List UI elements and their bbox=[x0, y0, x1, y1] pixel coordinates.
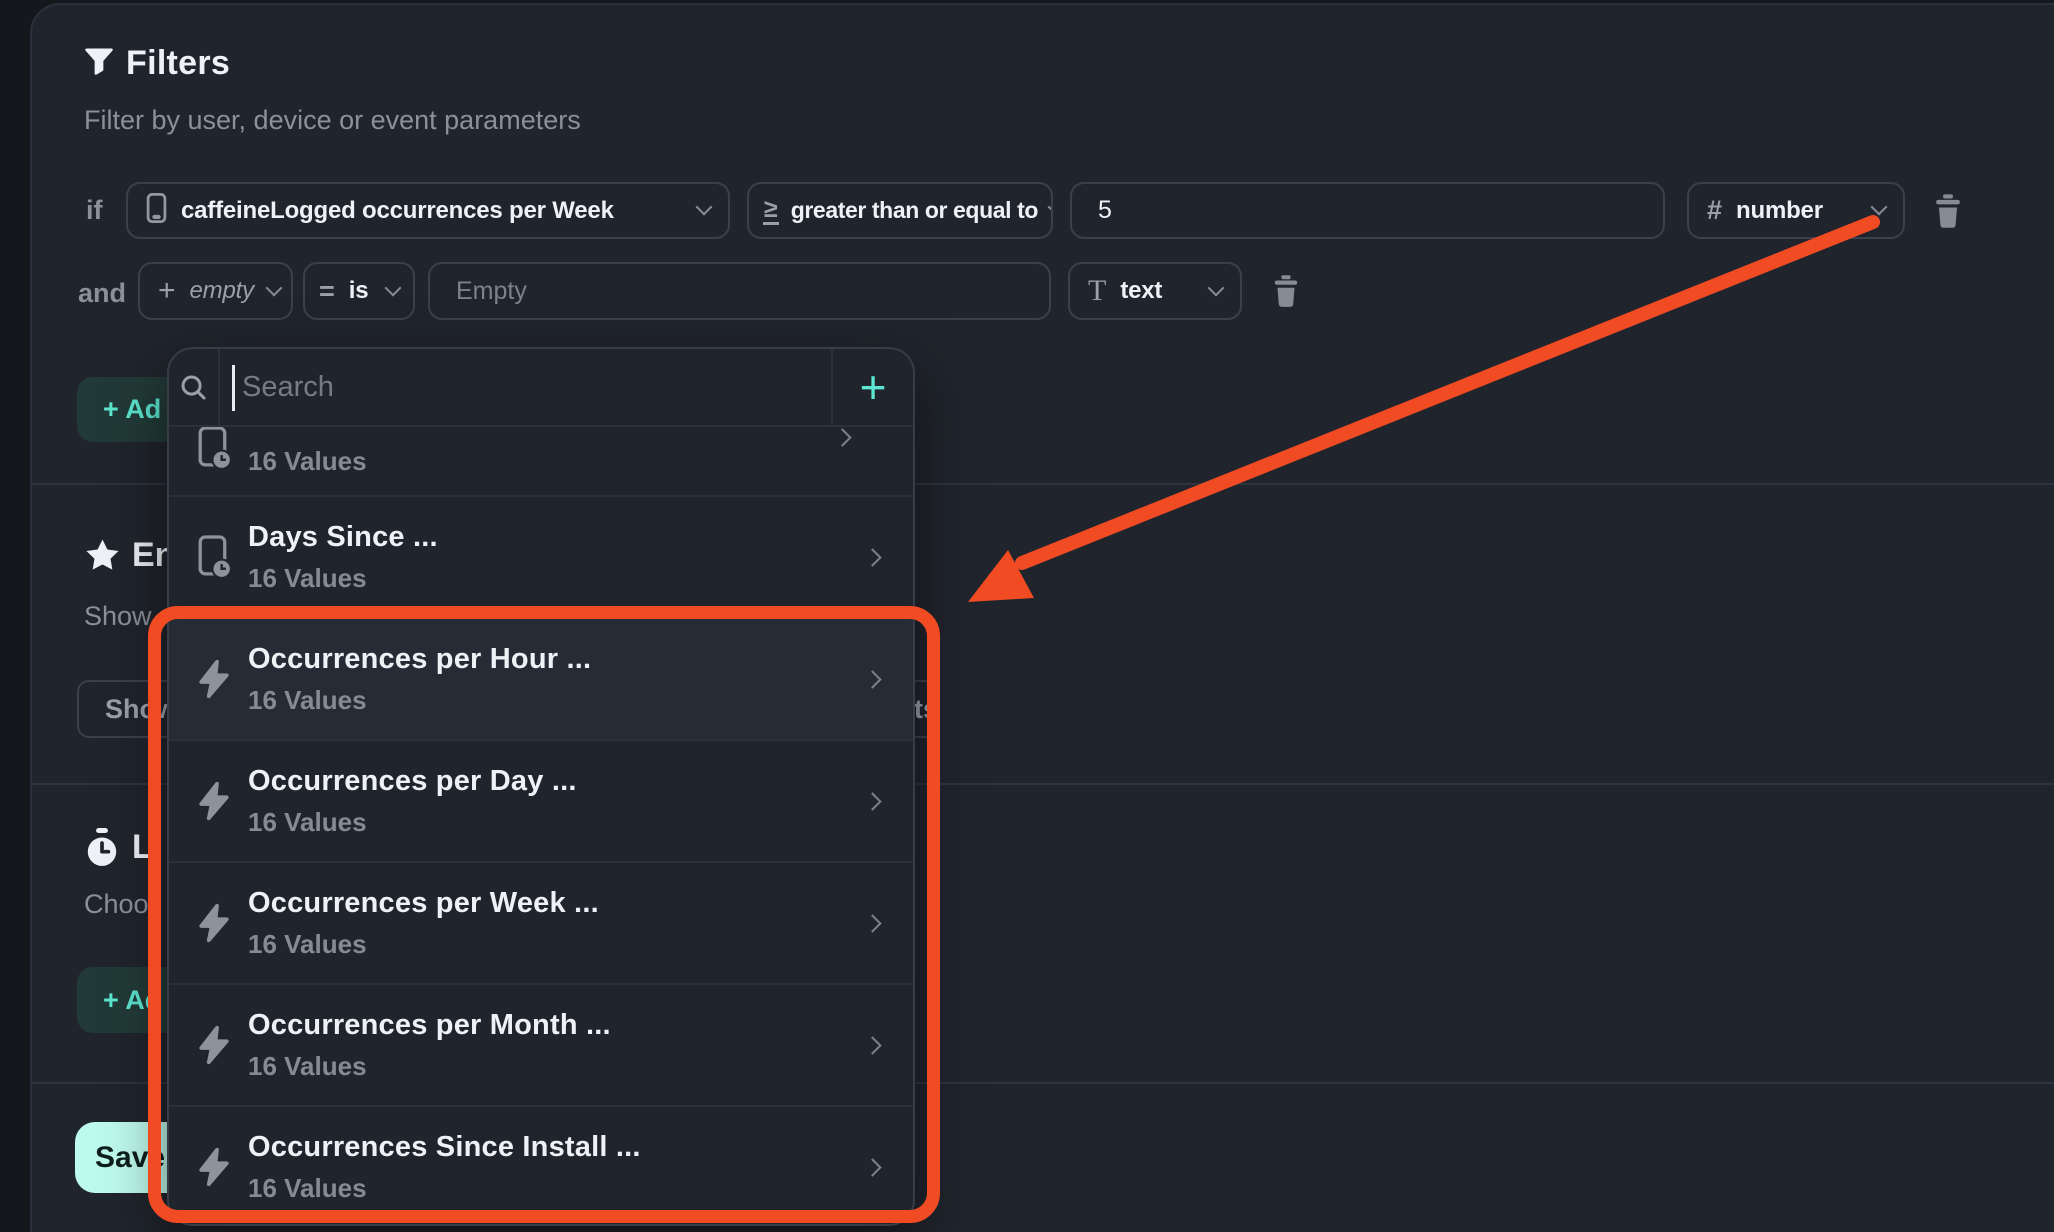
equals-icon: = bbox=[319, 276, 335, 307]
chevron-right-icon bbox=[863, 1158, 881, 1176]
dropdown-item[interactable]: Days Since ... 16 Values bbox=[169, 495, 913, 617]
item-title: Occurrences per Hour ... bbox=[248, 643, 591, 676]
device-clock-icon bbox=[194, 427, 234, 471]
chevron-down-icon bbox=[385, 279, 402, 296]
property-operator-label: is bbox=[349, 277, 369, 305]
chevron-right-icon bbox=[833, 428, 851, 446]
event-field-label: caffeineLogged occurrences per Week bbox=[181, 197, 614, 225]
greater-equal-icon: ≥ bbox=[763, 196, 779, 225]
chevron-down-icon bbox=[1871, 199, 1888, 216]
bolt-icon bbox=[194, 658, 234, 700]
dropdown-item[interactable]: Occurrences per Month ... 16 Values bbox=[169, 983, 913, 1105]
number-hash-icon: # bbox=[1707, 195, 1722, 226]
trash-icon bbox=[1931, 193, 1965, 232]
text-caret bbox=[232, 365, 235, 411]
add-property-button[interactable]: + bbox=[831, 349, 913, 425]
search-icon bbox=[169, 349, 220, 425]
chevron-right-icon bbox=[863, 914, 881, 932]
value-input[interactable] bbox=[1070, 182, 1665, 239]
dropdown-item[interactable]: Occurrences per Hour ... 16 Values bbox=[169, 617, 913, 739]
type-label: number bbox=[1736, 197, 1823, 225]
delete-filter-button[interactable] bbox=[1928, 192, 1968, 232]
item-title: Occurrences per Week ... bbox=[248, 887, 599, 920]
dropdown-item[interactable]: Occurrences Since Install ... 16 Values bbox=[169, 1105, 913, 1226]
item-title: Occurrences per Month ... bbox=[248, 1009, 611, 1042]
property-dropdown[interactable]: + empty bbox=[138, 262, 293, 320]
property-label: empty bbox=[190, 277, 254, 305]
item-title: Days Since ... bbox=[248, 521, 438, 554]
item-subtitle: 16 Values bbox=[248, 1173, 641, 1204]
item-subtitle: 16 Values bbox=[248, 446, 367, 477]
property-operator-dropdown[interactable]: = is bbox=[303, 262, 415, 320]
bolt-icon bbox=[194, 780, 234, 822]
bolt-icon bbox=[194, 902, 234, 944]
chevron-down-icon bbox=[696, 199, 713, 216]
phone-icon bbox=[146, 192, 167, 229]
dropdown-item[interactable]: Occurrences per Day ... 16 Values bbox=[169, 739, 913, 861]
limit-section-desc: Choos bbox=[84, 889, 162, 920]
text-type-icon: T bbox=[1088, 274, 1106, 308]
engagement-section-desc: Show bbox=[84, 601, 152, 632]
item-subtitle: 16 Values bbox=[248, 563, 438, 594]
event-field-dropdown[interactable]: caffeineLogged occurrences per Week bbox=[126, 182, 730, 239]
property-list: 16 Values Days Since ... 16 Values Occur… bbox=[169, 427, 913, 1226]
item-title: Occurrences per Day ... bbox=[248, 765, 577, 798]
limit-section-title: L bbox=[132, 828, 153, 867]
chevron-down-icon bbox=[265, 279, 282, 296]
page-title: Filters bbox=[126, 44, 230, 83]
item-subtitle: 16 Values bbox=[248, 807, 577, 838]
screenshot-root: Filters Filter by user, device or event … bbox=[0, 0, 2054, 1232]
dropdown-item[interactable]: Occurrences per Week ... 16 Values bbox=[169, 861, 913, 983]
stopwatch-icon bbox=[84, 828, 120, 873]
bolt-icon bbox=[194, 1024, 234, 1066]
item-subtitle: 16 Values bbox=[248, 685, 591, 716]
bolt-icon bbox=[194, 1146, 234, 1188]
operator-dropdown[interactable]: ≥ greater than or equal to bbox=[747, 182, 1053, 239]
page-subtitle: Filter by user, device or event paramete… bbox=[84, 105, 581, 136]
chevron-down-icon bbox=[1048, 199, 1053, 216]
chevron-right-icon bbox=[863, 670, 881, 688]
item-title: Occurrences Since Install ... bbox=[248, 1131, 641, 1164]
delete-condition-button[interactable] bbox=[1266, 272, 1306, 312]
text-type-label: text bbox=[1120, 277, 1162, 305]
operator-label: greater than or equal to bbox=[791, 197, 1038, 224]
condition-prefix-if: if bbox=[86, 195, 103, 226]
property-picker-dropdown: + 16 Values Days Since ... 16 Values Occ… bbox=[167, 347, 915, 1226]
item-subtitle: 16 Values bbox=[248, 1051, 611, 1082]
show-events-label-end: ts bbox=[914, 694, 938, 725]
condition-prefix-and: and bbox=[78, 278, 126, 309]
trash-icon bbox=[1270, 274, 1302, 311]
search-row: + bbox=[169, 349, 913, 427]
chevron-right-icon bbox=[863, 1036, 881, 1054]
type-dropdown-number[interactable]: # number bbox=[1687, 182, 1905, 239]
type-dropdown-text[interactable]: T text bbox=[1068, 262, 1242, 320]
chevron-right-icon bbox=[863, 792, 881, 810]
plus-icon: + bbox=[158, 276, 176, 306]
star-icon bbox=[84, 537, 121, 579]
item-subtitle: 16 Values bbox=[248, 929, 599, 960]
funnel-icon bbox=[84, 47, 114, 80]
dropdown-item[interactable]: 16 Values bbox=[169, 427, 913, 495]
chevron-down-icon bbox=[1208, 279, 1225, 296]
chevron-right-icon bbox=[863, 548, 881, 566]
property-value-input[interactable] bbox=[428, 262, 1051, 320]
search-input[interactable] bbox=[220, 349, 831, 425]
device-clock-icon bbox=[194, 535, 234, 580]
